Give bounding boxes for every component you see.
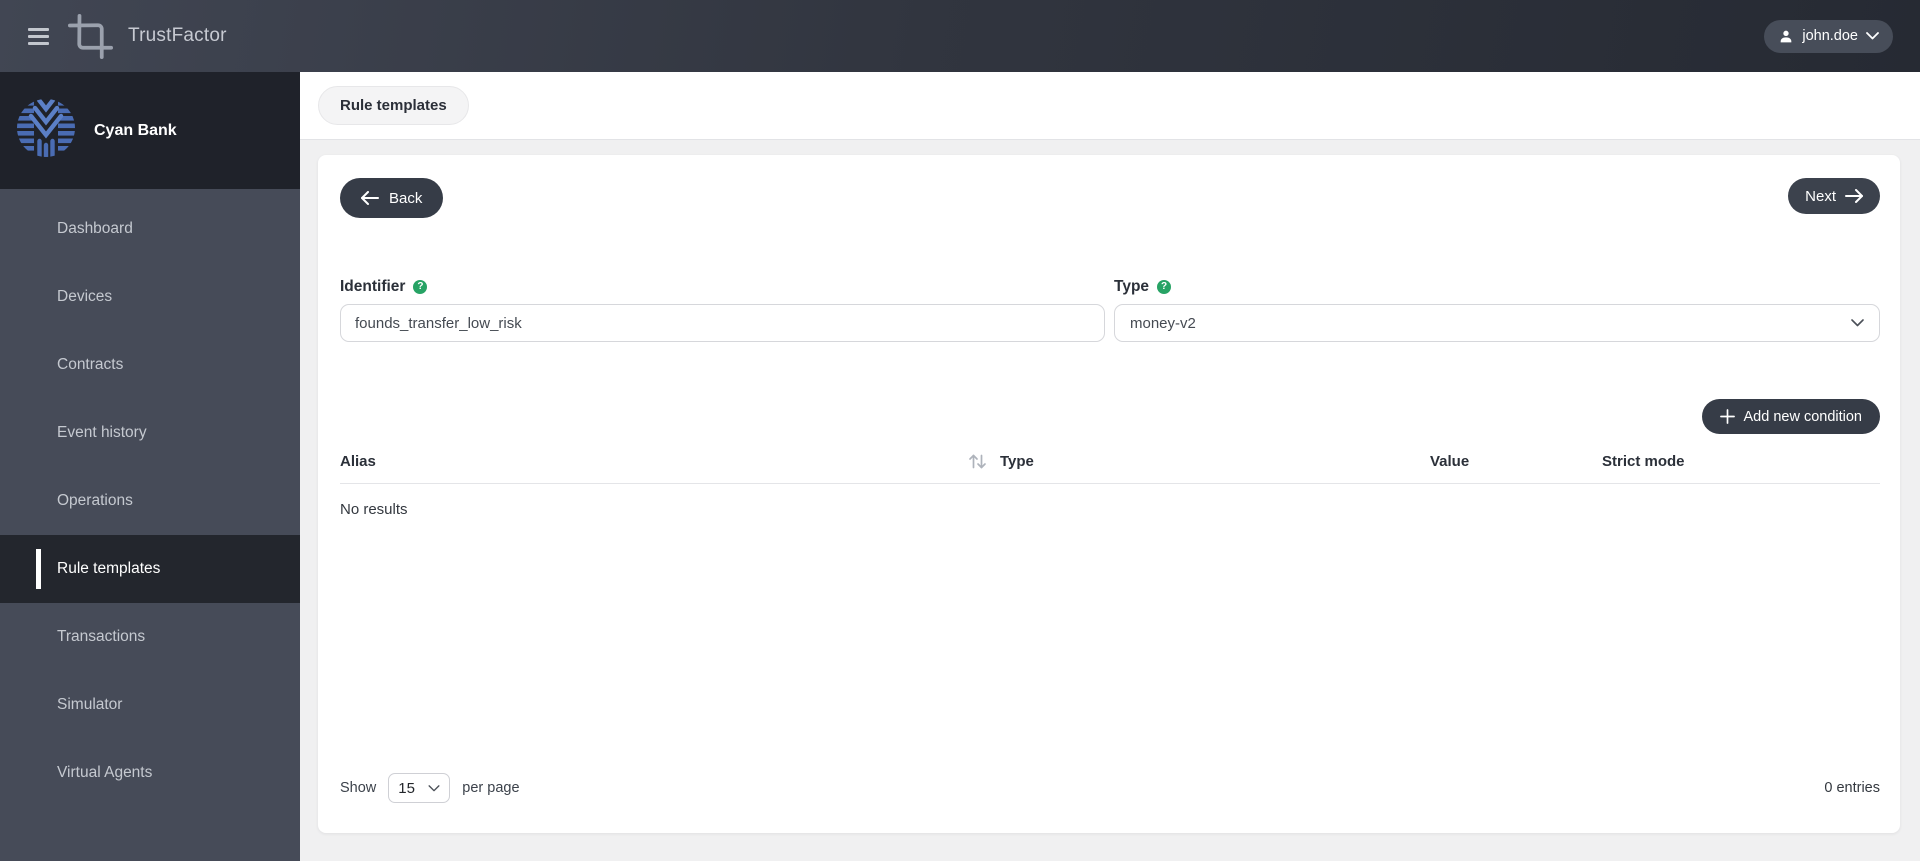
type-field-group: Type ? money-v2 (1114, 278, 1880, 342)
type-label: Type (1114, 278, 1150, 295)
user-avatar-icon (1778, 28, 1794, 44)
content-area: Back Next Identifier ? founds_transfer_l… (300, 140, 1920, 861)
user-menu[interactable]: john.doe (1764, 19, 1893, 53)
identifier-input[interactable] (340, 304, 1105, 342)
type-select-value: money-v2 (1130, 314, 1196, 332)
cyan-bank-logo-icon (15, 97, 77, 164)
sidebar-item-devices[interactable]: Devices (0, 263, 300, 331)
chevron-down-icon (428, 784, 440, 792)
plus-icon (1719, 409, 1735, 424)
sidebar-nav: Dashboard Devices Contracts Event histor… (0, 189, 300, 807)
add-new-condition-button[interactable]: Add new condition (1701, 399, 1880, 434)
arrow-left-icon (361, 191, 379, 205)
breadcrumb: Rule templates (300, 72, 1920, 140)
sidebar-item-rule-templates[interactable]: Rule templates (0, 535, 300, 603)
org-name: Cyan Bank (94, 121, 177, 139)
page-size-select[interactable]: 15 (388, 773, 451, 803)
arrow-right-icon (1845, 189, 1863, 203)
sidebar-item-transactions[interactable]: Transactions (0, 603, 300, 671)
org-header: Cyan Bank (0, 72, 300, 189)
user-name: john.doe (1802, 28, 1858, 44)
entries-count: 0 entries (1824, 780, 1880, 796)
sidebar-item-simulator[interactable]: Simulator (0, 671, 300, 739)
conditions-table-header: Alias Type Value Strict mode (340, 447, 1880, 484)
pagination-bar: Show 15 per page 0 entries (340, 773, 1880, 803)
page-size-value: 15 (398, 779, 415, 797)
sidebar-item-virtual-agents[interactable]: Virtual Agents (0, 739, 300, 807)
help-icon[interactable]: ? (413, 279, 428, 294)
sidebar-item-dashboard[interactable]: Dashboard (0, 195, 300, 263)
conditions-table: Alias Type Value Strict mode No results (340, 447, 1880, 518)
sidebar-item-contracts[interactable]: Contracts (0, 331, 300, 399)
column-header-alias: Alias (340, 453, 376, 470)
identifier-label: Identifier (340, 278, 406, 295)
app-title: TrustFactor (128, 25, 227, 46)
sort-icon[interactable] (967, 454, 988, 469)
chevron-down-icon (1851, 319, 1864, 327)
help-icon[interactable]: ? (1157, 279, 1172, 294)
next-button[interactable]: Next (1788, 178, 1880, 214)
rule-template-card: Back Next Identifier ? founds_transfer_l… (318, 155, 1900, 833)
breadcrumb-tab-rule-templates[interactable]: Rule templates (318, 86, 469, 125)
chevron-down-icon (1866, 32, 1879, 40)
back-button[interactable]: Back (340, 178, 444, 218)
sidebar: Cyan Bank Dashboard Devices Contracts Ev… (0, 72, 300, 861)
main-area: Rule templates Back Next Identifier ? fo… (300, 72, 1920, 861)
per-page-label: per page (462, 780, 520, 796)
empty-results-text: No results (340, 501, 408, 518)
column-header-strict-mode: Strict mode (1602, 453, 1685, 470)
type-select[interactable]: money-v2 (1114, 304, 1880, 342)
trustfactor-logo-icon (68, 13, 113, 59)
sidebar-item-event-history[interactable]: Event history (0, 399, 300, 467)
topbar: TrustFactor john.doe (0, 0, 1920, 72)
column-header-value: Value (1430, 453, 1470, 470)
show-label: Show (340, 780, 377, 796)
sidebar-item-operations[interactable]: Operations (0, 467, 300, 535)
hamburger-menu-icon[interactable] (28, 27, 49, 45)
column-header-type: Type (1000, 453, 1034, 470)
identifier-field-group: Identifier ? (340, 278, 1105, 342)
